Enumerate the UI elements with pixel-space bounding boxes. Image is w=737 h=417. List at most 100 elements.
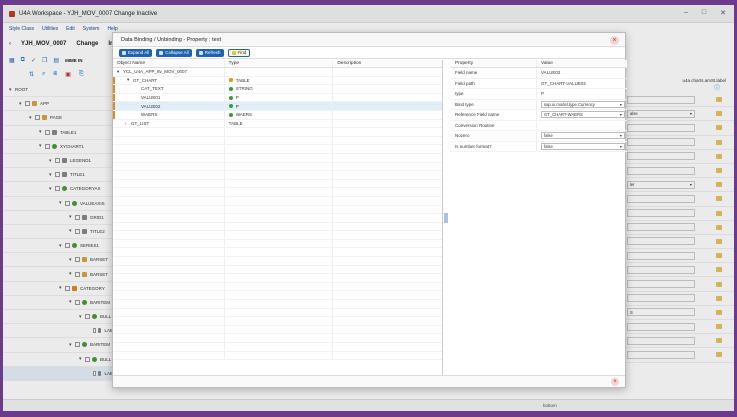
empty-cell bbox=[333, 197, 442, 205]
binding-row[interactable]: › GT_LIST TABLE bbox=[113, 119, 442, 129]
empty-row bbox=[113, 205, 442, 215]
find-button[interactable]: Find bbox=[227, 48, 251, 57]
empty-row bbox=[113, 231, 442, 240]
expand-all-button[interactable]: Expand All bbox=[119, 48, 153, 57]
empty-row bbox=[113, 300, 442, 309]
expand-all-label: Expand All bbox=[128, 50, 150, 55]
empty-cell bbox=[225, 308, 334, 317]
value-select[interactable]: false ▾ bbox=[541, 142, 625, 150]
empty-cell bbox=[333, 145, 442, 153]
property-value: VALUE02 bbox=[541, 70, 561, 76]
property-name: Field path bbox=[451, 78, 537, 88]
property-name: Reference Field name bbox=[451, 110, 537, 120]
empty-cell bbox=[225, 153, 334, 162]
property-name: Is number format? bbox=[451, 141, 537, 151]
object-name: CAT_TEXT bbox=[141, 86, 164, 92]
find-label: Find bbox=[237, 50, 247, 55]
property-table-header: Property Value bbox=[451, 60, 627, 68]
binding-row[interactable]: CAT_TEXT STRING bbox=[113, 85, 442, 94]
empty-cell bbox=[225, 248, 334, 257]
binding-row[interactable]: VALUE02 P bbox=[113, 102, 442, 111]
empty-row bbox=[113, 179, 442, 189]
empty-cell bbox=[113, 265, 225, 274]
empty-cell bbox=[225, 239, 334, 248]
value-select[interactable]: false ▾ bbox=[541, 132, 625, 140]
empty-cell bbox=[113, 171, 225, 179]
collapse-all-button[interactable]: Collapse All bbox=[156, 48, 192, 57]
binding-property-table: Property Value Field name VALUE02 Field pa… bbox=[451, 60, 627, 375]
check-circle-icon bbox=[228, 86, 233, 91]
type-cell: WAERS bbox=[225, 110, 334, 119]
property-value-cell[interactable]: false ▾ bbox=[537, 131, 627, 141]
binding-row[interactable]: VALUE01 P bbox=[113, 93, 442, 103]
empty-row bbox=[113, 171, 442, 180]
chevron-down-icon[interactable]: ▾ bbox=[620, 112, 622, 117]
empty-row bbox=[113, 239, 442, 249]
empty-cell bbox=[225, 325, 334, 334]
dialog-footer-close-icon[interactable]: × bbox=[611, 378, 619, 386]
property-value-cell[interactable]: GT_CHART-WAERS ▾ bbox=[537, 110, 627, 120]
property-row: type P bbox=[451, 89, 627, 100]
empty-cell bbox=[225, 205, 334, 214]
collapse-all-label: Collapse All bbox=[165, 50, 189, 55]
type-value: TABLE bbox=[235, 77, 250, 83]
binding-row[interactable]: ▾ YCL_U4A_APP_8v_MOV_0007 bbox=[113, 68, 442, 77]
col-object-name[interactable]: Object Name bbox=[113, 60, 225, 67]
binding-row[interactable]: ▾ GT_CHART TABLE bbox=[113, 76, 442, 86]
empty-row bbox=[113, 196, 442, 206]
empty-row bbox=[113, 248, 442, 258]
empty-row bbox=[113, 214, 442, 223]
empty-cell bbox=[113, 317, 225, 325]
description-cell bbox=[333, 94, 442, 102]
property-value-cell: VALUE02 bbox=[537, 68, 627, 78]
property-row: Field path GT_CHART-VALUE02 bbox=[451, 78, 627, 89]
empty-cell bbox=[225, 171, 334, 179]
empty-cell bbox=[225, 334, 334, 342]
property-value-cell[interactable]: false ▾ bbox=[537, 142, 627, 152]
empty-cell bbox=[333, 334, 442, 342]
col-value: Value bbox=[541, 61, 553, 66]
dialog-footer: × bbox=[113, 375, 625, 387]
property-row: Bind type sap.ui.model.type.Currency ▾ bbox=[451, 99, 627, 110]
description-cell bbox=[333, 77, 442, 85]
empty-cell bbox=[333, 214, 442, 222]
empty-row bbox=[113, 136, 442, 146]
refresh-button[interactable]: Refresh bbox=[195, 48, 224, 57]
value-select[interactable]: GT_CHART-WAERS ▾ bbox=[541, 111, 625, 119]
empty-row bbox=[113, 188, 442, 197]
empty-cell bbox=[333, 223, 442, 231]
empty-cell bbox=[113, 231, 225, 239]
check-circle-icon bbox=[228, 95, 233, 100]
property-value: GT_CHART-VALUE02 bbox=[541, 80, 586, 86]
property-value-cell[interactable]: sap.ui.model.type.Currency ▾ bbox=[537, 100, 627, 110]
dialog-close-icon[interactable]: × bbox=[610, 36, 619, 45]
binding-rows: ▾ YCL_U4A_APP_8v_MOV_0007 ▾ GT_CHART TABLE CA… bbox=[113, 68, 442, 361]
description-cell bbox=[333, 68, 442, 76]
col-description[interactable]: Description bbox=[333, 60, 442, 67]
value-select[interactable]: sap.ui.model.type.Currency ▾ bbox=[541, 100, 625, 108]
chevron-down-icon[interactable]: ▾ bbox=[620, 144, 622, 149]
property-name: type bbox=[451, 89, 537, 99]
binding-dialog: Data Binding / Unbinding - Property : te… bbox=[112, 32, 627, 388]
empty-cell bbox=[333, 137, 442, 145]
chevron-down-icon[interactable]: ▾ bbox=[620, 102, 622, 107]
empty-cell bbox=[333, 240, 442, 248]
empty-cell bbox=[113, 351, 225, 360]
chevron-down-icon[interactable]: ▾ bbox=[620, 133, 622, 138]
col-type[interactable]: Type bbox=[225, 60, 334, 67]
splitter-handle[interactable] bbox=[444, 213, 448, 223]
empty-cell bbox=[333, 291, 442, 299]
binding-row[interactable]: WAERS WAERS bbox=[113, 110, 442, 120]
object-name-cell: VALUE01 bbox=[113, 93, 225, 102]
empty-row bbox=[113, 334, 442, 343]
property-row: Field name VALUE02 bbox=[451, 68, 627, 79]
select-value: GT_CHART-WAERS bbox=[544, 112, 583, 118]
description-cell bbox=[333, 102, 442, 110]
object-name-cell: ▾ YCL_U4A_APP_8v_MOV_0007 bbox=[113, 68, 225, 76]
select-value: false bbox=[544, 133, 553, 139]
empty-row bbox=[113, 128, 442, 137]
type-value: P bbox=[235, 103, 239, 109]
object-name-cell: WAERS bbox=[113, 110, 225, 119]
description-cell bbox=[333, 120, 442, 128]
empty-cell bbox=[225, 317, 334, 325]
